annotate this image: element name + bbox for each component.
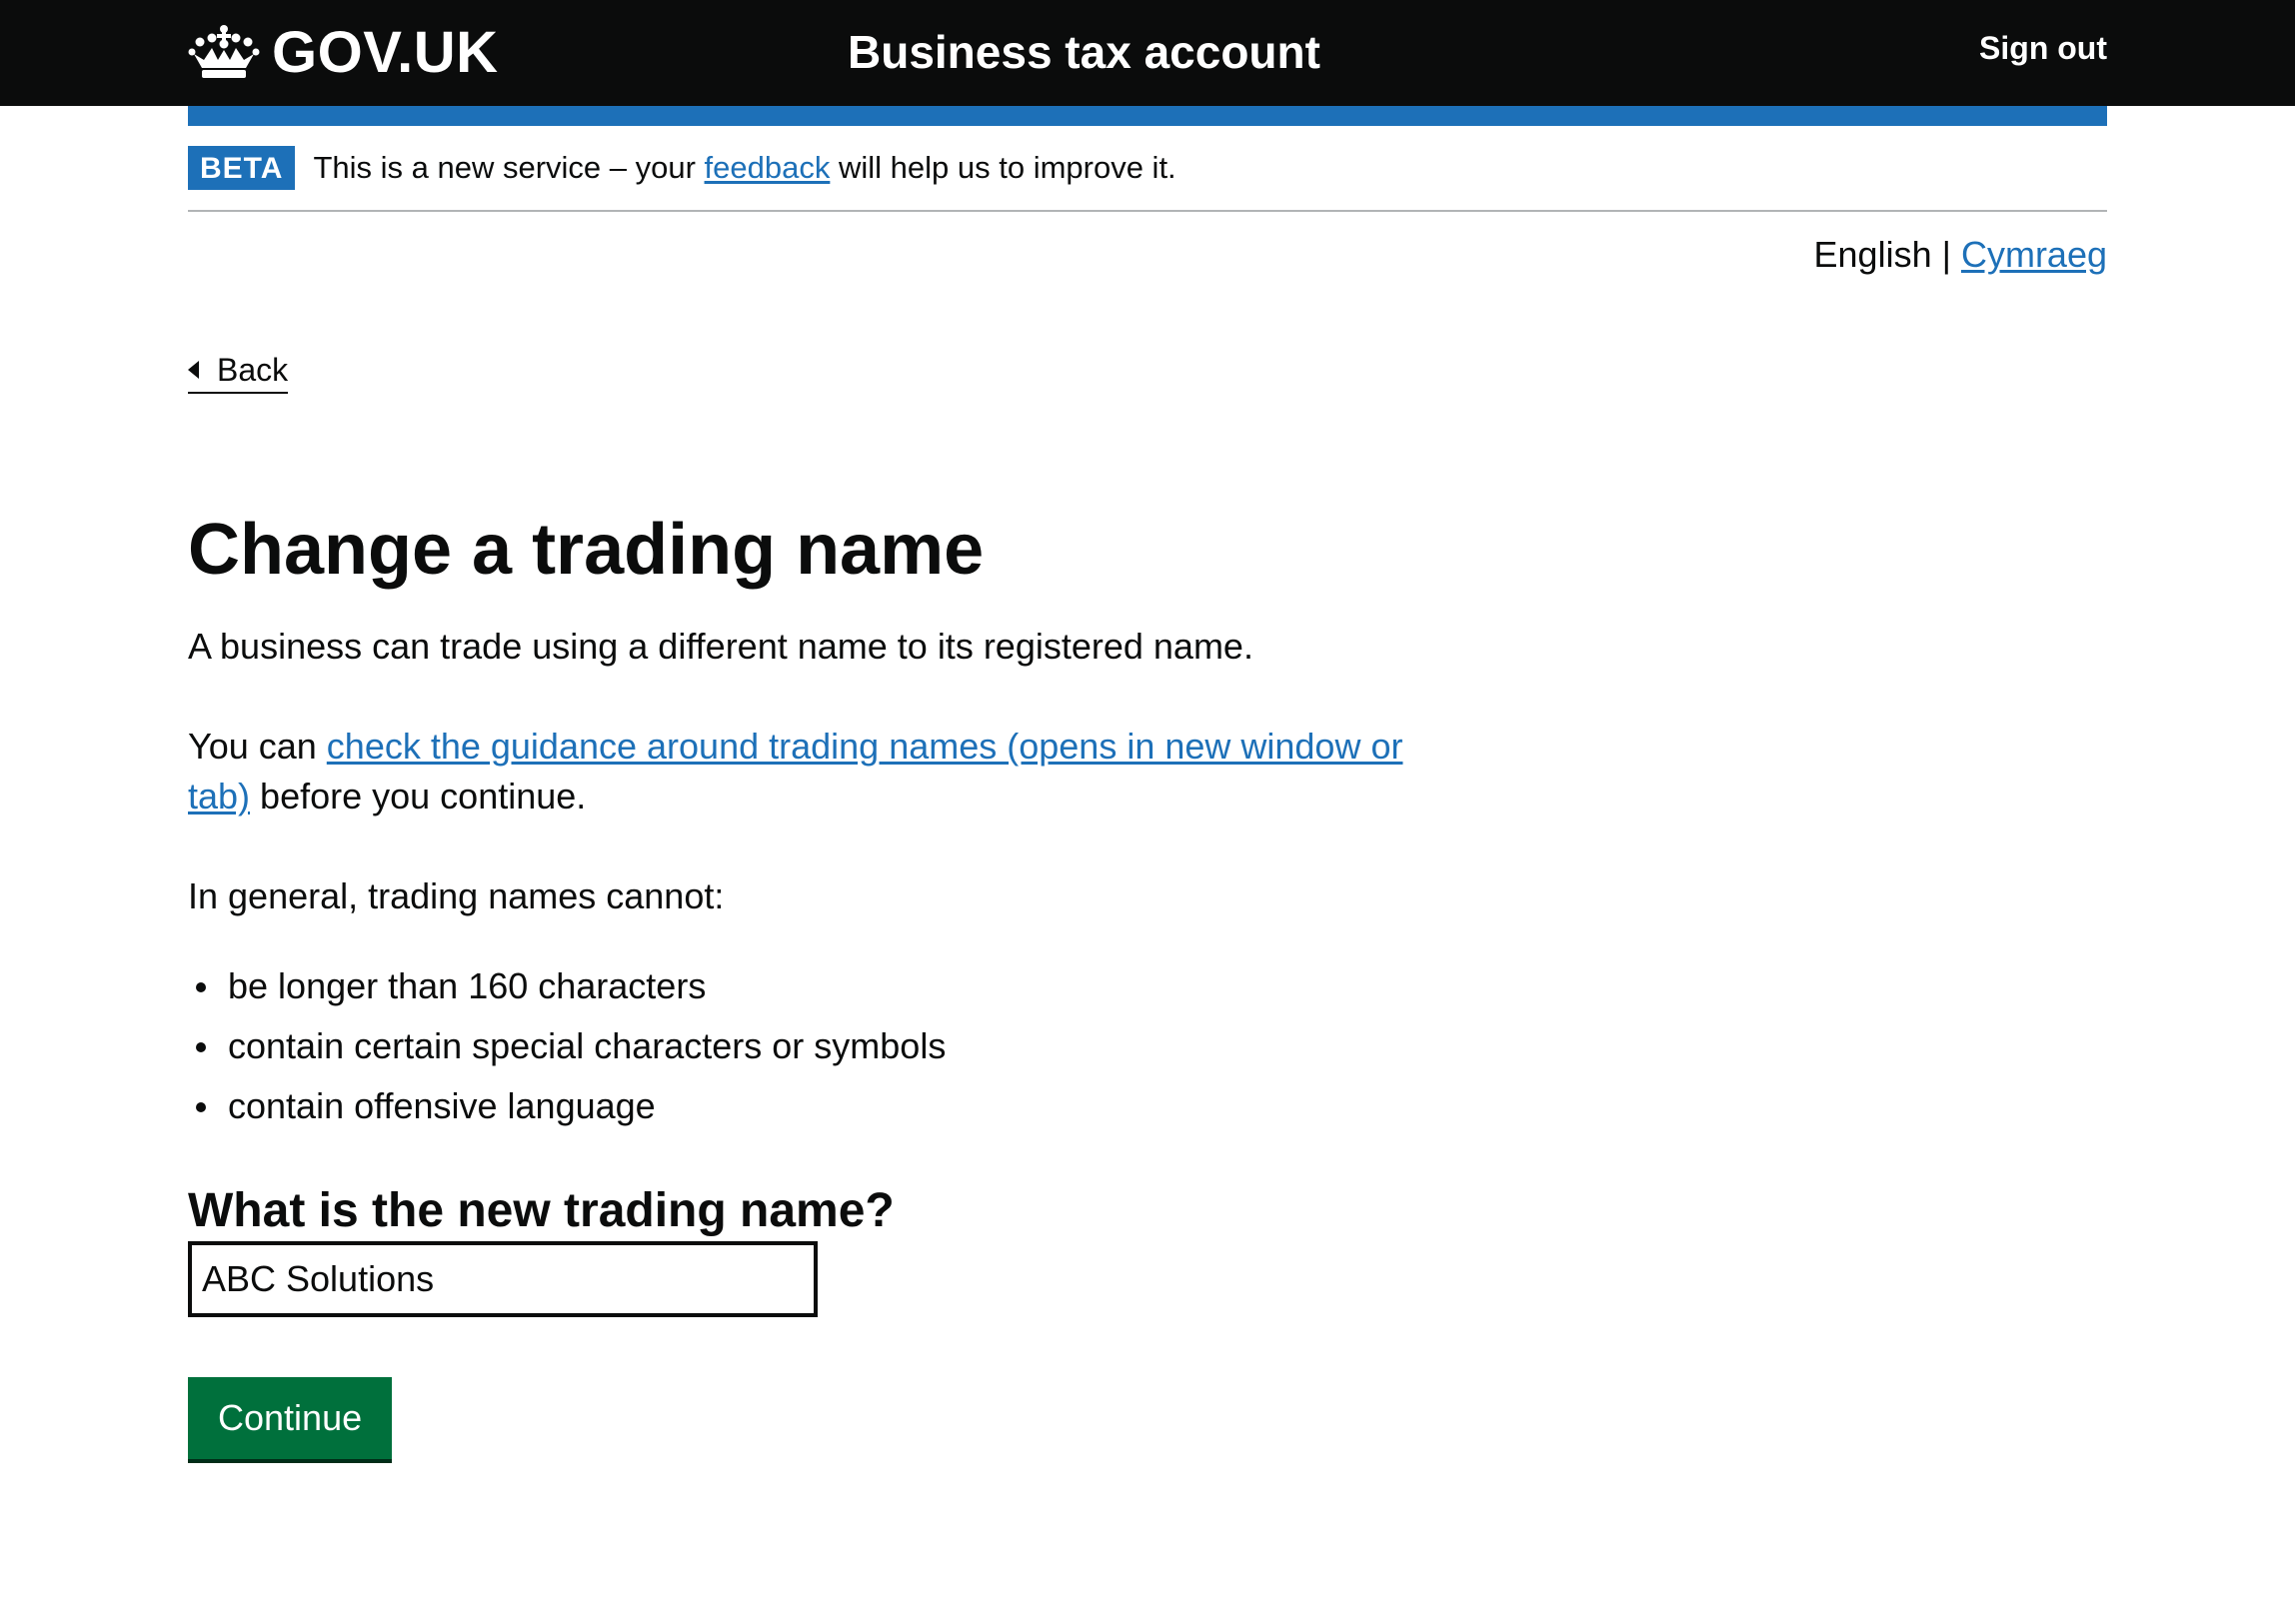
phase-banner-text: This is a new service – your feedback wi… bbox=[313, 148, 1175, 188]
service-name[interactable]: Business tax account bbox=[848, 22, 1320, 82]
language-toggle: English | Cymraeg bbox=[1814, 232, 2107, 278]
continue-button[interactable]: Continue bbox=[188, 1377, 393, 1459]
crown-icon bbox=[188, 25, 260, 78]
phase-text-after: will help us to improve it. bbox=[830, 150, 1176, 185]
guidance-text-after: before you continue. bbox=[250, 776, 587, 816]
trading-name-input[interactable] bbox=[188, 1241, 818, 1317]
guidance-paragraph: You can check the guidance around tradin… bbox=[188, 722, 1447, 821]
phase-banner: BETA This is a new service – your feedba… bbox=[188, 126, 2107, 212]
header-blue-bar bbox=[188, 106, 2107, 126]
guidance-text-before: You can bbox=[188, 726, 327, 767]
intro-text: A business can trade using a different n… bbox=[188, 626, 1253, 667]
beta-tag: BETA bbox=[188, 146, 296, 190]
page-title: Change a trading name bbox=[188, 510, 985, 590]
trading-name-label: What is the new trading name? bbox=[188, 1184, 895, 1237]
list-item: contain offensive language bbox=[188, 1081, 1487, 1131]
logo-text: GOV.UK bbox=[272, 20, 499, 85]
rules-list: be longer than 160 characters contain ce… bbox=[188, 961, 1487, 1131]
list-item: contain certain special characters or sy… bbox=[188, 1021, 1487, 1071]
site-header: GOV.UK Business tax account Sign out bbox=[0, 0, 2295, 106]
phase-text-before: This is a new service – your bbox=[313, 150, 705, 185]
main-content: Change a trading name A business can tra… bbox=[188, 500, 1487, 1459]
feedback-link[interactable]: feedback bbox=[705, 150, 831, 185]
general-heading: In general, trading names cannot: bbox=[188, 875, 725, 916]
back-link[interactable]: Back bbox=[188, 350, 289, 394]
language-cymraeg-link[interactable]: Cymraeg bbox=[1961, 234, 2107, 275]
language-separator: | bbox=[1931, 234, 1961, 275]
sign-out-link[interactable]: Sign out bbox=[1979, 26, 2107, 70]
list-item: be longer than 160 characters bbox=[188, 961, 1487, 1011]
chevron-left-icon bbox=[188, 361, 199, 379]
language-current: English bbox=[1813, 234, 1932, 275]
govuk-logo-link[interactable]: GOV.UK bbox=[188, 20, 498, 86]
back-link-label: Back bbox=[217, 352, 289, 388]
